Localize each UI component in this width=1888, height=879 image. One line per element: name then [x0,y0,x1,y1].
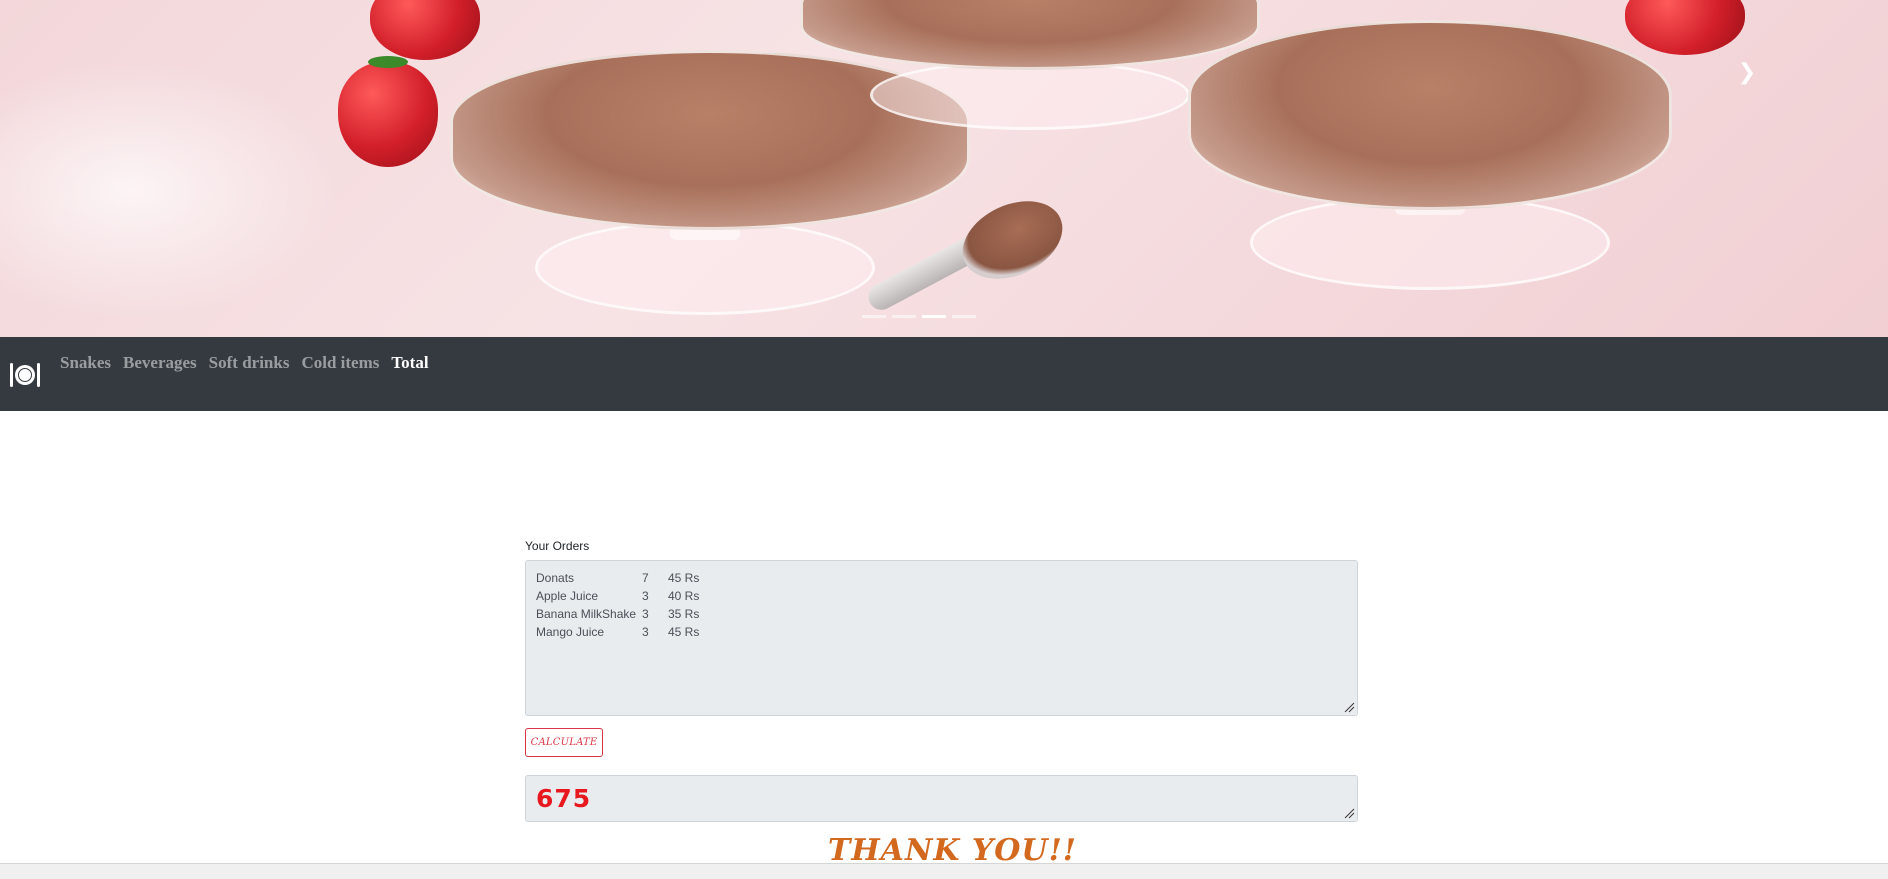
total-textarea[interactable]: 675 [525,775,1358,822]
order-row: Mango Juice 3 45 Rs [536,623,1347,641]
dessert-cup-image [1180,5,1680,305]
nav-link-beverages[interactable]: Beverages [123,353,197,373]
carousel-indicator[interactable] [892,315,916,318]
carousel-next-button[interactable]: ❯ [1732,58,1762,88]
order-qty: 3 [642,607,649,621]
order-item: Mango Juice [536,625,605,639]
total-value: 675 [536,784,592,813]
taskbar-edge [0,863,1888,879]
order-item: Apple Juice [536,589,599,603]
chevron-right-icon: ❯ [1737,60,1757,85]
order-qty: 3 [642,625,649,639]
plate-cutlery-icon[interactable] [8,359,42,389]
order-price: 35 Rs [668,607,700,621]
strawberry-image [338,56,438,167]
nav-links: Snakes Beverages Soft drinks Cold items … [60,353,429,373]
order-row: Donats 7 45 Rs [536,569,1347,587]
order-price: 40 Rs [668,589,700,603]
order-item: Banana MilkShake [536,607,637,621]
nav-link-total[interactable]: Total [391,353,428,373]
order-qty: 3 [642,589,649,603]
order-item: Donats [536,571,575,585]
orders-textarea[interactable]: Donats 7 45 Rs Apple Juice 3 40 Rs Banan… [525,560,1358,716]
carousel-indicator[interactable] [922,315,946,318]
carousel-indicator[interactable] [952,315,976,318]
hero-carousel: ❯ [0,0,1888,337]
light-patch [0,60,340,320]
carousel-indicator[interactable] [862,315,886,318]
nav-link-soft-drinks[interactable]: Soft drinks [209,353,290,373]
navbar: Snakes Beverages Soft drinks Cold items … [0,337,1888,411]
order-row: Banana MilkShake 3 35 Rs [536,605,1347,623]
resize-handle-icon[interactable] [1344,702,1355,713]
carousel-indicators [862,315,976,318]
resize-handle-icon[interactable] [1344,808,1355,819]
order-price: 45 Rs [668,571,700,585]
orders-label: Your Orders [525,539,590,553]
order-price: 45 Rs [668,625,700,639]
order-row: Apple Juice 3 40 Rs [536,587,1347,605]
nav-link-snakes[interactable]: Snakes [60,353,111,373]
calculate-button[interactable]: CALCULATE [525,728,603,757]
nav-link-cold-items[interactable]: Cold items [301,353,379,373]
order-qty: 7 [642,571,649,585]
